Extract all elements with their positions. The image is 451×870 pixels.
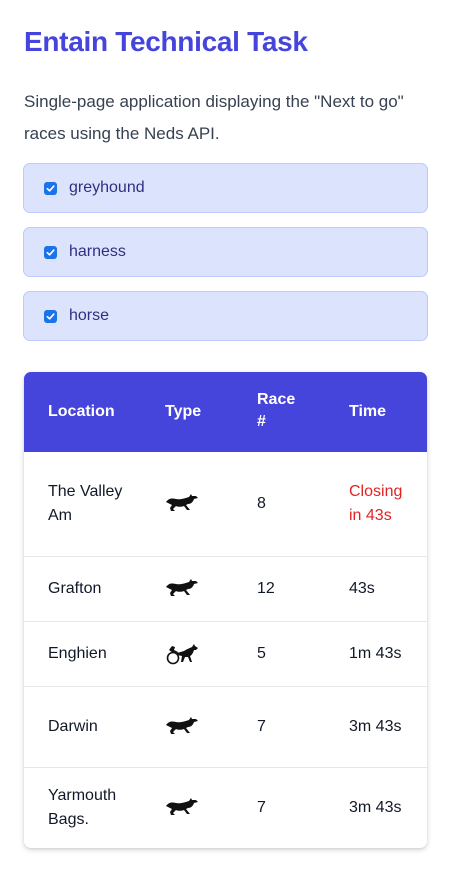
table-row: Enghien 5 1m 43s <box>24 622 427 687</box>
table-row: Yarmouth Bags. 7 3m 43s <box>24 768 427 848</box>
table-row: Darwin 7 3m 43s <box>24 687 427 768</box>
race-time: Closing in 43s <box>349 483 403 524</box>
harness-checkbox[interactable] <box>44 245 57 259</box>
table-row: The Valley Am 8 Closing in 43s <box>24 452 427 557</box>
race-number: 8 <box>257 495 266 512</box>
filter-label: greyhound <box>69 179 145 196</box>
greyhound-checkbox[interactable] <box>44 181 57 195</box>
column-header-race: Race # <box>257 391 296 430</box>
column-header-location: Location <box>48 403 115 420</box>
filter-label: harness <box>69 243 126 260</box>
race-location: Enghien <box>48 645 107 662</box>
race-time: 43s <box>349 580 375 597</box>
race-number: 7 <box>257 718 266 735</box>
race-number: 12 <box>257 580 275 597</box>
greyhound-icon <box>165 797 201 819</box>
race-time: 1m 43s <box>349 645 402 662</box>
race-location: Darwin <box>48 718 98 735</box>
greyhound-icon <box>165 716 201 738</box>
race-location: Grafton <box>48 580 102 597</box>
race-time: 3m 43s <box>349 718 402 735</box>
race-number: 5 <box>257 645 266 662</box>
table-header: Location Type Race # Time <box>24 372 427 452</box>
races-table: Location Type Race # Time The Valley Am … <box>24 372 427 848</box>
column-header-time: Time <box>349 403 387 420</box>
filter-horse[interactable]: horse <box>23 291 428 341</box>
table-row: Grafton 12 43s <box>24 557 427 622</box>
filter-greyhound[interactable]: greyhound <box>23 163 428 213</box>
greyhound-icon <box>165 578 201 600</box>
page-description: Single-page application displaying the "… <box>24 92 404 143</box>
page-title: Entain Technical Task <box>24 26 308 57</box>
race-time: 3m 43s <box>349 799 402 816</box>
horse-checkbox[interactable] <box>44 309 57 323</box>
filter-harness[interactable]: harness <box>23 227 428 277</box>
filter-label: horse <box>69 307 110 324</box>
greyhound-icon <box>165 493 201 515</box>
race-number: 7 <box>257 799 266 816</box>
race-location: The Valley Am <box>48 483 123 524</box>
harness-icon <box>165 643 201 665</box>
race-location: Yarmouth Bags. <box>48 787 117 828</box>
column-header-type: Type <box>165 403 202 420</box>
